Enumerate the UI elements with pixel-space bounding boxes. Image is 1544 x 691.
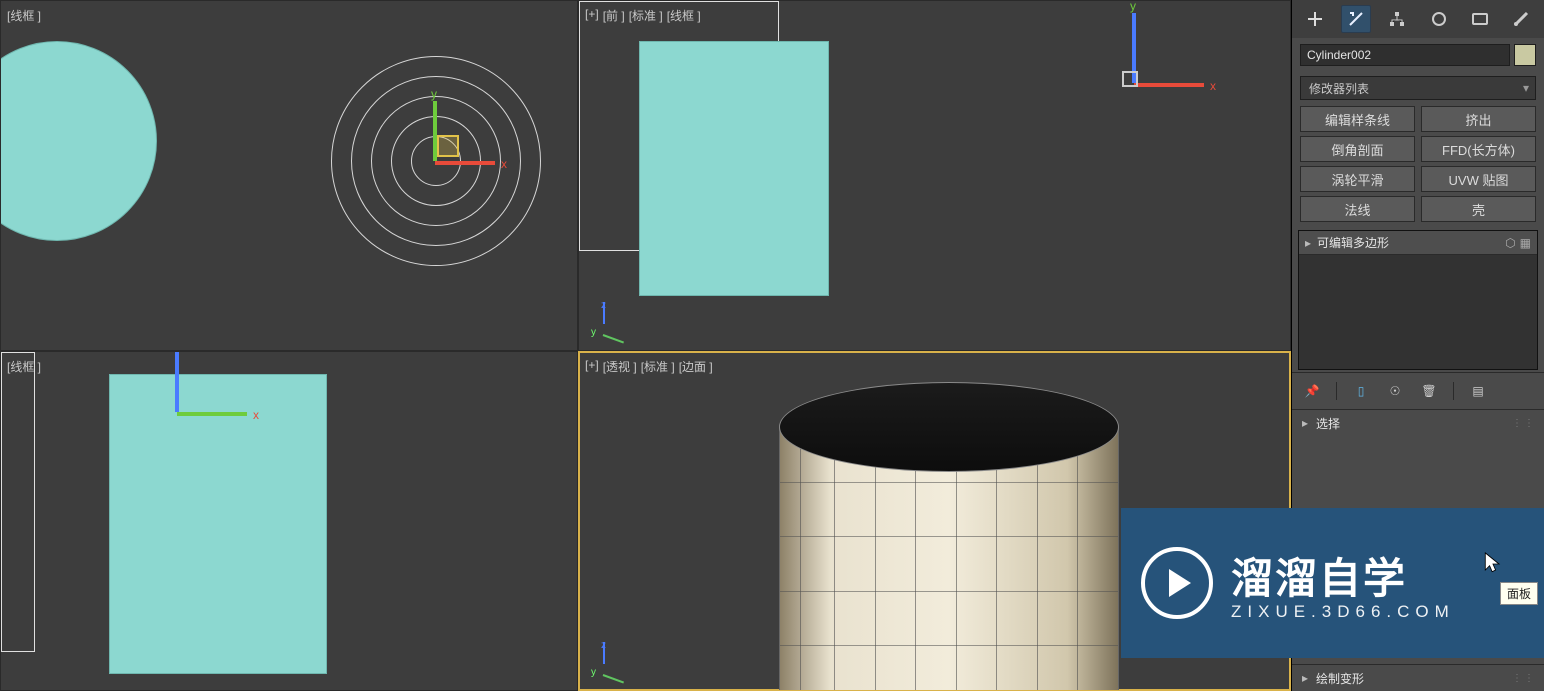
tab-hierarchy[interactable] — [1382, 5, 1412, 33]
viewport-label[interactable]: [线框 ] — [7, 7, 41, 24]
btn-extrude[interactable]: 挤出 — [1421, 106, 1536, 132]
wireframe-object-panel — [109, 374, 327, 674]
vp-label-part[interactable]: [线框 ] — [7, 7, 41, 24]
chevron-right-icon: ▸ — [1302, 416, 1308, 430]
btn-uvw-map[interactable]: UVW 贴图 — [1421, 166, 1536, 192]
vp-label-part[interactable]: [线框 ] — [667, 7, 701, 24]
modifier-quick-buttons: 编辑样条线 挤出 倒角剖面 FFD(长方体) 涡轮平滑 UVW 贴图 法线 壳 — [1292, 106, 1544, 228]
vp-label-part[interactable]: [标准 ] — [629, 7, 663, 24]
command-panel-tabs — [1292, 0, 1544, 38]
perspective-cylinder — [779, 382, 1119, 691]
stack-item-vertex-icon[interactable]: ⬡ — [1505, 236, 1515, 250]
viewport-top-right[interactable]: [+] [前 ] [标准 ] [线框 ] zy — [578, 0, 1291, 351]
axis-indicator: zy — [593, 302, 627, 336]
remove-modifier-icon[interactable]: 🗑 — [1419, 381, 1439, 401]
rollout-title: 绘制变形 — [1316, 670, 1364, 687]
viewport-perspective[interactable]: [+] [透视 ] [标准 ] [边面 ] zy — [578, 351, 1291, 691]
stack-item-editable-poly[interactable]: ▸ 可编辑多边形 ⬡ ▦ — [1299, 231, 1537, 255]
vp-label-part[interactable]: [边面 ] — [679, 358, 713, 375]
axis-indicator: zy — [593, 642, 627, 676]
pin-stack-icon[interactable]: 📌 — [1302, 381, 1322, 401]
object-name-input[interactable] — [1300, 44, 1510, 66]
tab-motion[interactable] — [1424, 5, 1454, 33]
viewport-label[interactable]: [线框 ] — [7, 358, 41, 375]
configure-sets-icon[interactable]: ▤ — [1468, 381, 1488, 401]
stack-toolbar: 📌 ▯ ☉ 🗑 ▤ — [1292, 372, 1544, 409]
btn-edit-spline[interactable]: 编辑样条线 — [1300, 106, 1415, 132]
viewport-bottom-left[interactable]: [线框 ] — [0, 351, 578, 691]
wireframe-object-disc — [0, 41, 157, 241]
rollout-paint-deform: ▸ 绘制变形 ⋮⋮ — [1292, 664, 1544, 691]
vp-label-part[interactable]: [标准 ] — [641, 358, 675, 375]
vp-label-part[interactable]: [+] — [585, 7, 599, 24]
vp-label-part[interactable]: [前 ] — [603, 7, 625, 24]
stack-item-label: 可编辑多边形 — [1317, 234, 1389, 251]
make-unique-icon[interactable]: ☉ — [1385, 381, 1405, 401]
viewport-label[interactable]: [+] [前 ] [标准 ] [线框 ] — [585, 7, 701, 24]
rollout-header-selection[interactable]: ▸ 选择 ⋮⋮ — [1292, 410, 1544, 436]
btn-normal[interactable]: 法线 — [1300, 196, 1415, 222]
modifier-list-label: 修改器列表 — [1309, 80, 1369, 97]
rollout-title: 选择 — [1316, 415, 1340, 432]
expand-icon[interactable]: ▸ — [1305, 236, 1311, 250]
wireframe-object-slice — [1, 352, 35, 652]
rollout-selection: ▸ 选择 ⋮⋮ — [1292, 409, 1544, 436]
object-color-swatch[interactable] — [1514, 44, 1536, 66]
btn-bevel-profile[interactable]: 倒角剖面 — [1300, 136, 1415, 162]
stack-item-toggle-icon[interactable]: ▦ — [1520, 236, 1531, 250]
btn-ffd-box[interactable]: FFD(长方体) — [1421, 136, 1536, 162]
chevron-right-icon: ▸ — [1302, 671, 1308, 685]
modifier-list-dropdown[interactable]: 修改器列表 — [1300, 76, 1536, 100]
rollout-grip-icon[interactable]: ⋮⋮ — [1512, 418, 1536, 429]
btn-shell[interactable]: 壳 — [1421, 196, 1536, 222]
wireframe-object-panel — [639, 41, 829, 296]
btn-turbosmooth[interactable]: 涡轮平滑 — [1300, 166, 1415, 192]
rollout-grip-icon[interactable]: ⋮⋮ — [1512, 673, 1536, 684]
vp-label-part[interactable]: [线框 ] — [7, 358, 41, 375]
command-panel: 修改器列表 编辑样条线 挤出 倒角剖面 FFD(长方体) 涡轮平滑 UVW 贴图… — [1291, 0, 1544, 691]
tab-display[interactable] — [1465, 5, 1495, 33]
vp-label-part[interactable]: [透视 ] — [603, 358, 637, 375]
viewport-top-left[interactable]: [线框 ] — [0, 0, 578, 351]
viewport-label[interactable]: [+] [透视 ] [标准 ] [边面 ] — [585, 358, 713, 375]
tab-modify[interactable] — [1341, 5, 1371, 33]
rollout-header-paint-deform[interactable]: ▸ 绘制变形 ⋮⋮ — [1292, 665, 1544, 691]
tab-create[interactable] — [1300, 5, 1330, 33]
modifier-stack[interactable]: ▸ 可编辑多边形 ⬡ ▦ — [1298, 230, 1538, 370]
show-end-result-icon[interactable]: ▯ — [1351, 381, 1371, 401]
vp-label-part[interactable]: [+] — [585, 358, 599, 375]
tab-utilities[interactable] — [1506, 5, 1536, 33]
